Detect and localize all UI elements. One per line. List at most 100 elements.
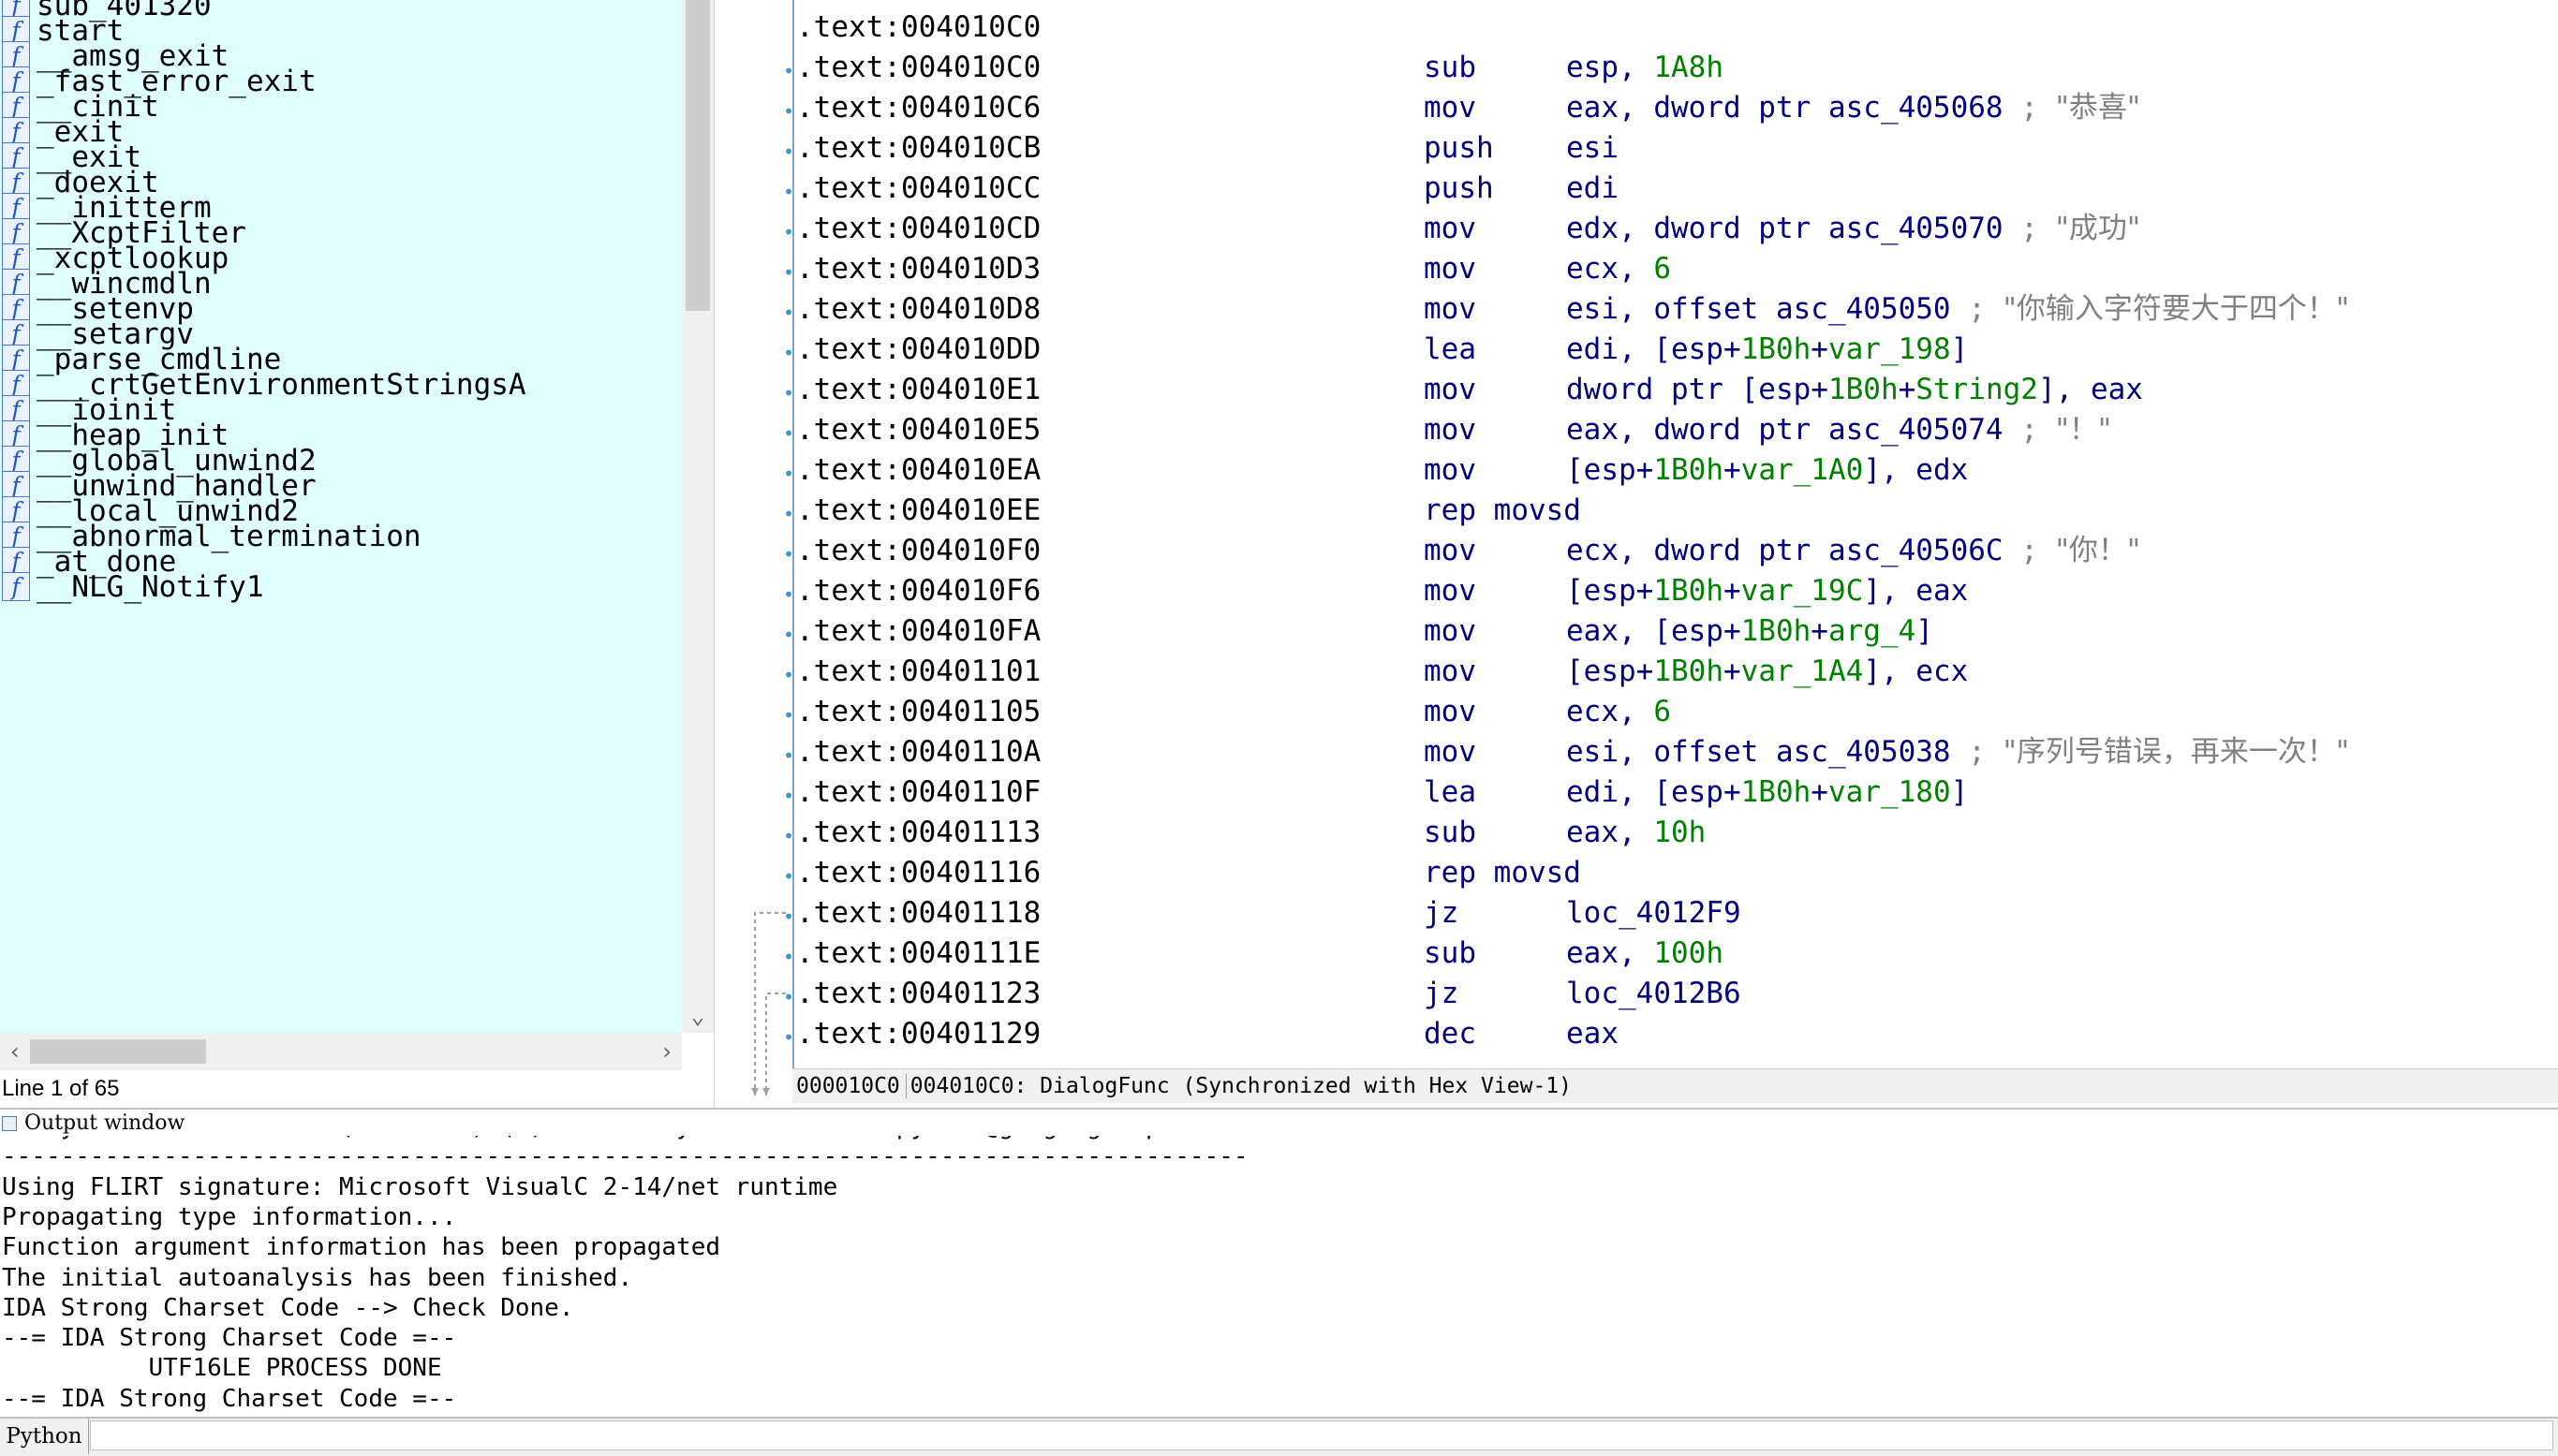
code-line[interactable]: • .text:004010DD lea edi, [esp+1B0h+var_198… <box>783 330 2557 370</box>
code-line[interactable]: .text:004010C0 <box>796 7 2557 48</box>
line-marker-dot: • <box>783 342 795 364</box>
line-marker-dot: • <box>783 140 795 163</box>
instruction-mnemonic: lea <box>1424 332 1476 366</box>
code-line[interactable]: • .text:004010CB push esi <box>783 128 2557 169</box>
instruction-operands: dword ptr [esp+1B0h+String2], eax <box>1566 370 2143 410</box>
python-language-button[interactable]: Python <box>0 1419 89 1454</box>
operand-token: String2 <box>1915 373 2038 406</box>
operand-token: ecx, <box>1566 252 1654 286</box>
code-line[interactable]: • .text:004010C0 sub esp, 1A8h <box>783 48 2557 88</box>
operand-token: ], ecx <box>1863 654 1969 688</box>
line-address: .text:004010CC <box>796 171 1042 205</box>
window-icon <box>2 1116 17 1131</box>
instruction-operands: eax, 10h <box>1566 813 1706 853</box>
code-line[interactable]: • .text:004010C6 mov eax, dword ptr asc_405… <box>783 88 2557 128</box>
operand-token: + <box>1811 775 1828 809</box>
code-line[interactable]: • .text:004010EE rep movsd <box>783 491 2557 531</box>
code-line[interactable]: • .text:004010FA mov eax, [esp+1B0h+arg_4] <box>783 611 2557 652</box>
output-window-log[interactable]: IDAPython v7.4.0 final (serial 0) (c) Th… <box>0 1136 2558 1417</box>
operand-token: eax, dword ptr asc_405074 <box>1566 413 2021 447</box>
code-line[interactable]: • .text:00401116 rep movsd <box>783 853 2557 893</box>
operand-token: esp, <box>1566 51 1654 84</box>
disassembly-view[interactable]: .text:004010C0 • .text:004010C0 sub esp, 1A8… <box>717 0 2558 1108</box>
line-address: .text:004010C6 <box>796 91 1042 125</box>
code-line[interactable]: • .text:004010E5 mov eax, dword ptr asc_405… <box>783 410 2557 450</box>
function-list[interactable]: f sub_401320 f start f __amsg_exit f _fast_erro… <box>0 0 682 1033</box>
code-line[interactable]: • .text:004010CD mov edx, dword ptr asc_405… <box>783 209 2557 249</box>
line-address: .text:004010EE <box>796 493 1042 527</box>
instruction-operands: [esp+1B0h+var_1A0], edx <box>1566 450 1968 491</box>
scroll-down-arrow-icon[interactable]: ⌄ <box>682 999 714 1033</box>
line-marker-dot: • <box>783 583 795 606</box>
code-line[interactable]: • .text:00401129 dec eax <box>783 1014 2557 1054</box>
code-line[interactable]: • .text:0040110F lea edi, [esp+1B0h+var_180… <box>783 772 2557 813</box>
instruction-mnemonic: mov <box>1424 212 1476 245</box>
code-line[interactable]: • .text:0040111E sub eax, 100h <box>783 934 2557 974</box>
code-line[interactable]: • .text:00401101 mov [esp+1B0h+var_1A4], ec… <box>783 652 2557 692</box>
code-line[interactable]: • .text:0040110A mov esi, offset asc_405038… <box>783 732 2557 772</box>
operand-token: var_198 <box>1827 332 1951 366</box>
operand-token: + <box>1811 614 1828 648</box>
instruction-operands: loc_4012B6 <box>1566 974 1741 1014</box>
comment-marker: ; <box>2020 413 2056 447</box>
comment-marker: ; <box>2020 212 2056 245</box>
output-window-title[interactable]: Output window <box>0 1108 2558 1138</box>
code-line[interactable]: • .text:004010D8 mov esi, offset asc_405050… <box>783 289 2557 330</box>
operand-token: [esp+ <box>1566 574 1654 608</box>
line-address: .text:00401113 <box>796 816 1042 849</box>
operand-token: + <box>1723 453 1741 487</box>
function-list-horizontal-scrollbar[interactable]: ‹ › <box>0 1033 682 1070</box>
scroll-right-arrow-icon[interactable]: › <box>652 1033 682 1070</box>
code-line[interactable]: • .text:004010CC push edi <box>783 169 2557 209</box>
scroll-left-arrow-icon[interactable]: ‹ <box>0 1033 30 1070</box>
operand-token: edi, [esp+ <box>1566 775 1741 809</box>
operand-token: eax, [esp+ <box>1566 614 1741 648</box>
operand-token: loc_4012B6 <box>1566 977 1741 1010</box>
function-list-line-status: Line 1 of 65 <box>2 1076 120 1101</box>
instruction-mnemonic: mov <box>1424 252 1476 286</box>
output-window-label: Output window <box>24 1111 185 1135</box>
code-line[interactable]: • .text:004010E1 mov dword ptr [esp+1B0h+St… <box>783 370 2557 410</box>
code-line[interactable]: • .text:00401113 sub eax, 10h <box>783 813 2557 853</box>
string-comment: "成功" <box>2055 212 2141 245</box>
disassembly-status-bar: 000010C0 004010C0: DialogFunc (Synchroniz… <box>792 1068 2558 1103</box>
instruction-mnemonic: mov <box>1424 654 1476 688</box>
instruction-mnemonic: sub <box>1424 51 1476 84</box>
line-marker-dot: • <box>783 744 795 767</box>
instruction-operands: [esp+1B0h+var_19C], eax <box>1566 571 1968 611</box>
instruction-mnemonic: rep movsd <box>1424 856 1581 890</box>
code-line[interactable]: • .text:004010EA mov [esp+1B0h+var_1A0], ed… <box>783 450 2557 491</box>
function-icon: f <box>2 572 30 601</box>
function-list-item[interactable]: f __NLG_Notify1 <box>0 565 682 609</box>
status-file-offset: 000010C0 <box>796 1074 900 1098</box>
instruction-mnemonic: sub <box>1424 936 1476 970</box>
operand-token: var_1A0 <box>1740 453 1864 487</box>
line-address: .text:0040111E <box>796 936 1042 970</box>
python-command-input[interactable] <box>90 1420 2553 1450</box>
code-line[interactable]: • .text:004010F0 mov ecx, dword ptr asc_405… <box>783 531 2557 571</box>
operand-token: 1B0h <box>1740 332 1811 366</box>
line-marker-dot: • <box>783 624 795 646</box>
comment-marker: ; <box>2020 91 2056 125</box>
code-line[interactable]: • .text:00401123 jz loc_4012B6 <box>783 974 2557 1014</box>
code-line[interactable]: • .text:00401118 jz loc_4012F9 <box>783 893 2557 934</box>
code-line[interactable]: • .text:00401105 mov ecx, 6 <box>783 692 2557 732</box>
line-marker-dot: • <box>783 261 795 284</box>
code-line[interactable]: • .text:004010F6 mov [esp+1B0h+var_19C], ea… <box>783 571 2557 611</box>
function-list-vertical-scrollbar[interactable]: ⌄ <box>682 0 714 1033</box>
output-line: Using FLIRT signature: Microsoft VisualC… <box>2 1172 838 1201</box>
operand-token: esi, offset asc_405050 <box>1566 292 1969 326</box>
line-marker-dot: • <box>783 463 795 485</box>
horizontal-scrollbar-thumb[interactable] <box>30 1039 206 1064</box>
code-line[interactable]: • .text:004010D3 mov ecx, 6 <box>783 249 2557 289</box>
functions-pane: f sub_401320 f start f __amsg_exit f _fast_erro… <box>0 0 715 1108</box>
operand-token: + <box>1723 654 1741 688</box>
vertical-scrollbar-thumb[interactable] <box>686 0 710 311</box>
line-marker-dot: • <box>783 382 795 404</box>
line-address: .text:004010DD <box>796 332 1042 366</box>
instruction-mnemonic: mov <box>1424 413 1476 447</box>
operand-token: ], eax <box>2037 373 2143 406</box>
instruction-operands: esi, offset asc_405050 ; "你输入字符要大于四个！" <box>1566 289 2349 330</box>
line-address: .text:00401116 <box>796 856 1042 890</box>
instruction-mnemonic: dec <box>1424 1017 1476 1051</box>
